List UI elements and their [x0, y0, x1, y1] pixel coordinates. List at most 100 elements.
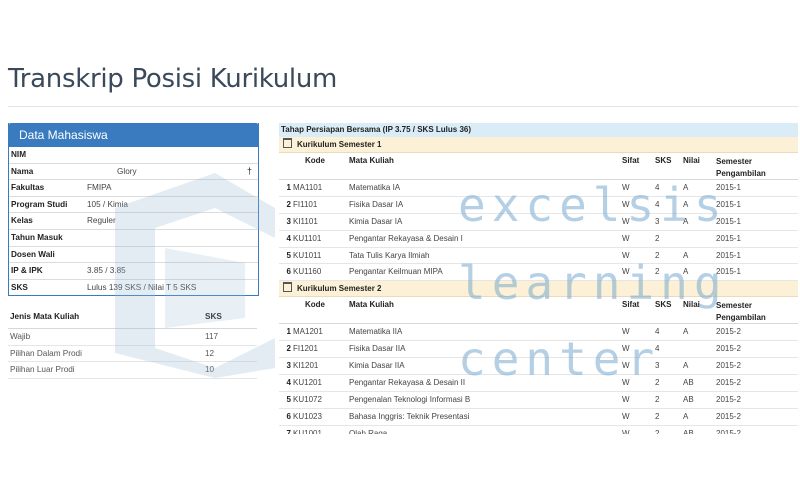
course-sks: 4: [655, 344, 660, 354]
col-kode: Kode: [305, 156, 325, 165]
course-sifat: W: [622, 327, 630, 337]
course-row: 5 KU1011 Tata Tulis Karya Ilmiah W 2 A 2015-1: [279, 248, 798, 265]
course-type-sks: 117: [205, 332, 219, 341]
info-key: Nama: [11, 166, 34, 176]
page-title: Transkrip Posisi Kurikulum: [8, 64, 338, 94]
info-value: [87, 230, 258, 246]
course-grade: A: [683, 199, 689, 209]
course-row: 2 FI1101 Fisika Dasar IA W 4 A 2015-1: [279, 197, 798, 214]
col-jenis: Jenis Mata Kuliah: [10, 312, 80, 321]
course-row: 4 KU1101 Pengantar Rekayasa & Desain I W 2 20…: [279, 231, 798, 248]
info-value-wrap: Glory †: [87, 164, 258, 180]
course-row: 4 KU1201 Pengantar Rekayasa & Desain II W 2 A…: [279, 375, 798, 392]
course-row: 6 KU1160 Pengantar Keilmuan MIPA W 2 A 2015-1: [279, 264, 798, 282]
course-type-row: Wajib 117: [8, 329, 257, 346]
course-name: Olah Raga: [349, 428, 388, 434]
course-semester: 2015-1: [716, 267, 741, 277]
course-sks: 4: [655, 199, 660, 209]
course-no: 1: [286, 183, 291, 192]
course-semester: 2015-1: [716, 199, 741, 209]
course-type-name: Pilihan Dalam Prodi: [10, 348, 82, 358]
panel-title: Data Mahasiswa: [9, 123, 258, 147]
course-sifat: W: [622, 361, 630, 371]
info-row: Fakultas FMIPA: [9, 179, 258, 196]
course-code: MA1101: [293, 183, 323, 192]
course-type-name: Pilihan Luar Prodi: [10, 365, 75, 374]
student-data-panel: Data Mahasiswa NIM Nama Glory † Fakultas FMIP…: [8, 123, 259, 297]
course-name: Matematika IIA: [349, 327, 403, 337]
col-sifat: Sifat: [622, 156, 640, 165]
course-sifat: W: [622, 428, 630, 434]
course-sks: 2: [655, 250, 660, 260]
course-sks: 2: [655, 267, 660, 277]
col-semester-line1: Semester: [716, 157, 753, 166]
course-semester: 2015-1: [716, 183, 741, 192]
course-grade: AB: [683, 428, 694, 434]
course-row: 5 KU1072 Pengenalan Teknologi Informasi B W…: [279, 392, 798, 409]
info-key: SKS: [11, 282, 28, 292]
course-code: KU1072: [293, 394, 322, 404]
course-semester: 2015-2: [716, 361, 741, 371]
course-sifat: W: [622, 394, 630, 404]
col-mata-kuliah: Mata Kuliah: [349, 300, 394, 310]
info-key: Dosen Wali: [11, 249, 55, 259]
col-semester-line2: Pengambilan: [716, 169, 766, 178]
course-type-sks: 12: [205, 348, 215, 358]
course-row: 2 FI1201 Fisika Dasar IIA W 4 2015-2: [279, 341, 798, 359]
course-sifat: W: [622, 183, 630, 192]
course-grade: [683, 341, 716, 357]
course-name: Pengantar Rekayasa & Desain I: [349, 233, 463, 243]
transcript-table: Tahap Persiapan Bersama (IP 3.75 / SKS L…: [279, 123, 798, 434]
col-sks: SKS: [655, 156, 672, 165]
transcript-header: Tahap Persiapan Bersama (IP 3.75 / SKS L…: [279, 123, 798, 137]
course-grade: A: [683, 183, 689, 192]
semester-header: Kurikulum Semester 1: [279, 137, 798, 153]
col-nilai: Nilai: [683, 156, 700, 165]
info-rows: NIM Nama Glory † Fakultas FMIPA Program Studi 1…: [9, 147, 258, 295]
course-type-name: Wajib: [10, 332, 31, 341]
info-value: 3.85 / 3.85: [87, 266, 126, 276]
course-row: 7 KU1001 Olah Raga W 2 AB 2015-2: [279, 426, 798, 434]
course-name: Kimia Dasar IA: [349, 216, 403, 226]
info-row: NIM: [9, 147, 258, 163]
course-no: 5: [286, 250, 291, 260]
course-code: KI1101: [293, 216, 318, 226]
info-row: Tahun Masuk: [9, 228, 258, 246]
col-kode: Kode: [305, 300, 325, 310]
course-grade: A: [683, 327, 689, 337]
course-no: 2: [286, 199, 291, 209]
column-header: Kode Mata Kuliah Sifat SKS Nilai Semester Peng…: [279, 297, 798, 325]
course-name: Matematika IA: [349, 183, 401, 192]
course-code: KU1011: [293, 250, 322, 260]
info-key: NIM: [11, 150, 27, 159]
info-value: 105 / Kimia: [87, 199, 128, 209]
course-no: 2: [286, 344, 291, 354]
col-no: [279, 300, 291, 323]
person-icon: †: [246, 165, 252, 176]
course-semester: 2015-2: [716, 327, 741, 337]
course-type-header: Jenis Mata Kuliah SKS: [8, 306, 257, 329]
course-code: KU1201: [293, 378, 322, 388]
col-sks: SKS: [205, 312, 222, 321]
course-sifat: W: [622, 199, 630, 209]
course-sks: 3: [655, 216, 660, 226]
course-no: 3: [286, 361, 291, 371]
course-grade: AB: [683, 378, 694, 388]
course-semester: 2015-1: [716, 216, 741, 226]
course-sifat: W: [622, 344, 630, 354]
course-semester: 2015-2: [716, 378, 741, 388]
course-semester: 2015-2: [716, 394, 741, 404]
col-semester: Semester Pengambilan: [716, 156, 798, 179]
course-sks: 2: [655, 394, 660, 404]
info-row: Kelas Reguler: [9, 212, 258, 229]
course-semester: 2015-1: [716, 250, 741, 260]
course-name: Fisika Dasar IIA: [349, 344, 406, 354]
course-code: FI1101: [293, 199, 318, 209]
course-name: Kimia Dasar IIA: [349, 361, 405, 371]
title-divider: [8, 106, 798, 107]
course-row: 6 KU1023 Bahasa Inggris: Teknik Presentasi…: [279, 409, 798, 426]
course-sifat: W: [622, 267, 630, 277]
course-sifat: W: [622, 250, 630, 260]
info-key: Program Studi: [11, 199, 68, 209]
col-semester-line1: Semester: [716, 301, 753, 311]
